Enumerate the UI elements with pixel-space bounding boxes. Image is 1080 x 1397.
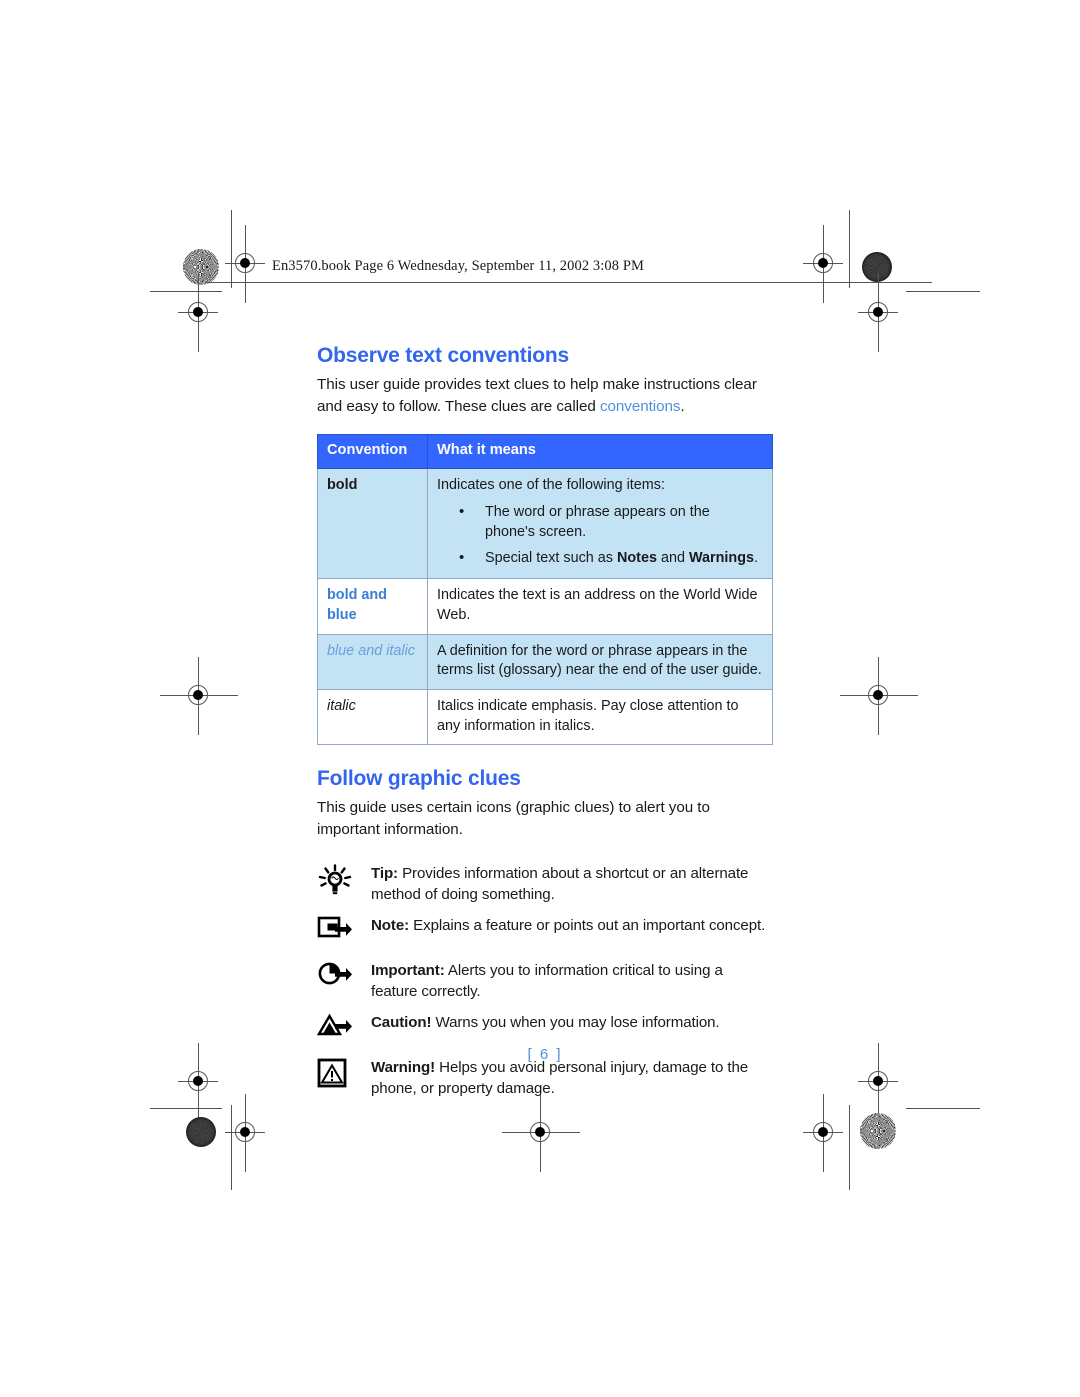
registration-mark-left-middle [160, 657, 238, 735]
page-content: Observe text conventions This user guide… [317, 344, 773, 1113]
intro-paragraph-graphic-clues: This guide uses certain icons (graphic c… [317, 799, 710, 839]
clue-lead-note: Note: [371, 916, 410, 934]
clue-row-warning: Warning! Helps you avoid personal injury… [317, 1057, 773, 1099]
description-intro: Indicates one of the following items: [437, 477, 665, 494]
trim-line-left-bottom [231, 1105, 232, 1190]
registration-mark-left-upper [178, 274, 218, 352]
clue-text-caution: Caution! Warns you when you may lose inf… [371, 1012, 773, 1033]
list-item: The word or phrase appears on the phone'… [459, 502, 763, 542]
clue-text-important: Important: Alerts you to information cri… [371, 960, 773, 1002]
registration-mark-top-left-inner [225, 225, 265, 303]
bullet-text-pre: Special text such as [485, 550, 617, 567]
caution-triangle-arrow-icon [317, 1012, 371, 1039]
lightbulb-icon [317, 863, 371, 898]
column-header-what-it-means: What it means [427, 434, 773, 470]
table-cell-description: Indicates one of the following items: Th… [427, 468, 773, 580]
clue-body-caution: Warns you when you may lose information. [431, 1014, 720, 1032]
clue-row-note: Note: Explains a feature or points out a… [317, 915, 773, 942]
page-number: [ 6 ] [527, 1046, 563, 1063]
registration-mark-top-right-inner [803, 225, 843, 303]
registration-mark-right-middle [840, 657, 918, 735]
registration-mark-right-lower [858, 1043, 898, 1121]
bullet-text-mid: and [656, 550, 689, 567]
registration-mark-bottom-left-inner [225, 1094, 265, 1172]
starburst-mark-bottom-right [860, 1113, 896, 1149]
description-bullet-list: The word or phrase appears on the phone'… [437, 502, 763, 569]
graphic-clues-list: Tip: Provides information about a shortc… [317, 863, 773, 1100]
crop-line-bottom-right [906, 1108, 980, 1109]
table-cell-term: blue and italic [317, 633, 428, 691]
table-cell-term: bold and blue [317, 578, 428, 635]
header-divider-rule [207, 282, 932, 283]
trim-line-left [231, 210, 232, 288]
table-row: bold Indicates one of the following item… [317, 468, 773, 580]
registration-mark-bottom-right-inner [803, 1094, 843, 1172]
intro-text-part2: . [680, 397, 685, 415]
table-cell-term: italic [317, 689, 428, 746]
page-title-observe-text-conventions: Observe text conventions [317, 344, 569, 367]
note-arrow-icon [317, 915, 371, 942]
list-item: Special text such as Notes and Warnings. [459, 548, 763, 569]
page-title-follow-graphic-clues: Follow graphic clues [317, 767, 521, 791]
term-label-blue-and-italic: blue and italic [327, 642, 416, 659]
registration-mark-right-upper [858, 274, 898, 352]
clue-row-caution: Caution! Warns you when you may lose inf… [317, 1012, 773, 1039]
conventions-table: Convention What it means bold Indicates … [317, 434, 773, 746]
table-row: blue and italic A definition for the wor… [317, 633, 773, 691]
clue-row-tip: Tip: Provides information about a shortc… [317, 863, 773, 905]
clue-row-important: Important: Alerts you to information cri… [317, 960, 773, 1002]
table-cell-description: Indicates the text is an address on the … [427, 578, 773, 635]
inline-term-conventions: conventions [599, 397, 681, 415]
registration-mark-left-lower [178, 1043, 218, 1121]
crop-line-top-left [150, 291, 222, 292]
table-cell-description: Italics indicate emphasis. Pay close att… [427, 689, 773, 746]
term-label-bold: bold [327, 477, 358, 494]
registration-mark-bottom-center [502, 1094, 580, 1172]
intro-paragraph-text-conventions: This user guide provides text clues to h… [317, 374, 773, 417]
table-cell-description: A definition for the word or phrase appe… [427, 633, 773, 691]
intro-text-part1: This user guide provides text clues to h… [317, 376, 757, 415]
clue-text-note: Note: Explains a feature or points out a… [371, 915, 773, 936]
trim-line-right-bottom [849, 1105, 850, 1190]
table-cell-term: bold [317, 468, 428, 580]
clue-text-tip: Tip: Provides information about a shortc… [371, 863, 773, 905]
clue-lead-caution: Caution! [371, 1014, 432, 1032]
starburst-mark-top-left [183, 249, 219, 285]
crop-line-top-right [906, 291, 980, 292]
clue-body-tip: Provides information about a shortcut or… [371, 864, 749, 903]
table-header-row: Convention What it means [317, 434, 773, 470]
clue-text-warning: Warning! Helps you avoid personal injury… [371, 1057, 773, 1099]
file-header-line: En3570.book Page 6 Wednesday, September … [272, 258, 644, 274]
crop-line-bottom-left [150, 1108, 222, 1109]
table-row: bold and blue Indicates the text is an a… [317, 578, 773, 635]
dark-disc-mark-top-right [862, 252, 892, 282]
clue-lead-important: Important: [371, 961, 445, 979]
bullet-text: The word or phrase appears on the phone'… [485, 503, 710, 540]
bullet-emphasis-notes: Notes [616, 550, 657, 567]
clue-lead-tip: Tip: [371, 864, 398, 882]
important-circle-arrow-icon [317, 960, 371, 987]
term-label-italic: italic [327, 698, 356, 715]
bullet-emphasis-warnings: Warnings [688, 550, 755, 567]
clue-body-note: Explains a feature or points out an impo… [409, 916, 766, 934]
trim-line-right [849, 210, 850, 288]
dark-disc-mark-bottom-left [186, 1117, 216, 1147]
column-header-convention: Convention [317, 434, 428, 470]
table-row: italic Italics indicate emphasis. Pay cl… [317, 689, 773, 746]
term-label-bold-and-blue: bold and blue [327, 587, 387, 623]
bullet-text-post: . [754, 550, 759, 567]
